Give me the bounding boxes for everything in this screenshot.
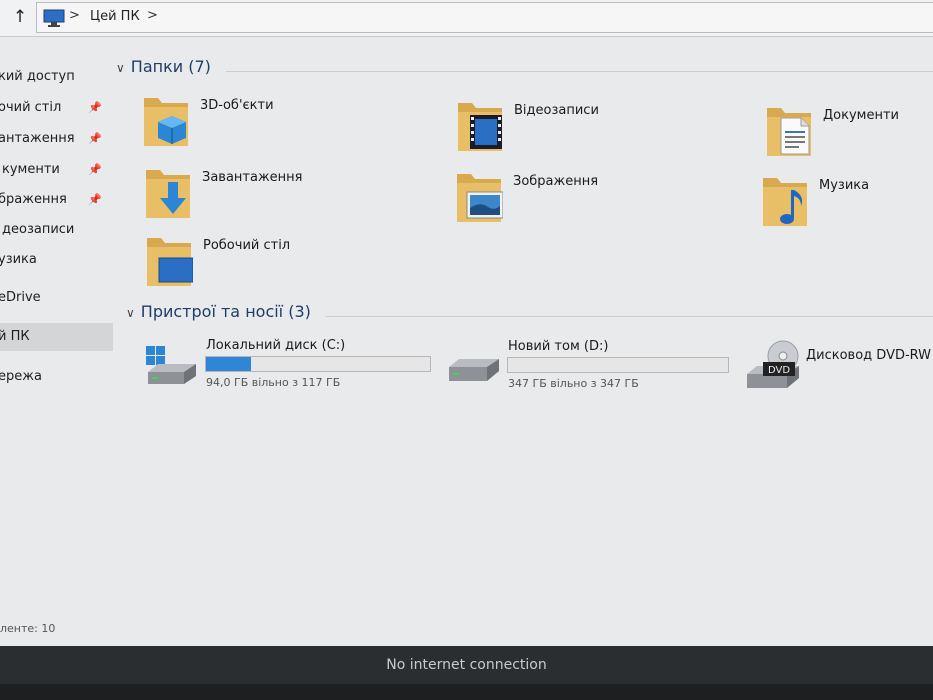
folder-name: Робочий стіл <box>203 238 291 253</box>
drive-usage-bar <box>507 357 729 373</box>
folder-documents[interactable]: Документи <box>765 104 933 164</box>
sidebar-item-downloads[interactable]: антаження 📌 <box>0 127 113 151</box>
sidebar-item-label: узика <box>0 252 37 267</box>
drive-c[interactable]: Локальний диск (C:) 94,0 ГБ вільно з 117… <box>144 336 444 396</box>
sidebar-item-videos[interactable]: деозаписи <box>0 218 113 242</box>
folder-3d-objects[interactable]: 3D-об'єкти <box>142 94 442 154</box>
hard-drive-icon <box>449 359 499 381</box>
sidebar-item-this-pc[interactable]: й ПК <box>0 323 113 351</box>
sidebar-item-music[interactable]: узика <box>0 248 113 272</box>
sidebar-item-network[interactable]: ережа <box>0 365 113 389</box>
drive-dvd[interactable]: DVD Дисковод DVD-RW ( <box>745 340 933 400</box>
music-folder-icon <box>763 178 807 226</box>
chevron-down-icon: ∨ <box>126 306 135 320</box>
folder-desktop[interactable]: Робочий стіл <box>145 234 445 294</box>
folder-name: Музика <box>819 178 870 193</box>
breadcrumb-this-pc[interactable]: Цей ПК <box>90 9 140 24</box>
sidebar-item-label: кументи <box>2 162 60 177</box>
up-arrow-icon[interactable]: ↑ <box>10 6 30 28</box>
sidebar-item-label: eDrive <box>0 290 41 305</box>
drive-d[interactable]: Новий том (D:) 347 ГБ вільно з 347 ГБ <box>447 337 747 397</box>
sidebar-item-pictures[interactable]: браження 📌 <box>0 188 113 212</box>
sidebar-item-label: деозаписи <box>2 222 75 237</box>
downloads-folder-icon <box>146 170 190 218</box>
folder-name: Завантаження <box>202 170 303 185</box>
3d-objects-folder-icon <box>144 98 188 146</box>
folder-name: Відеозаписи <box>514 103 599 118</box>
section-title: Пристрої та носії (3) <box>140 302 311 321</box>
sidebar-item-documents[interactable]: кументи 📌 <box>0 158 113 182</box>
dvd-label: DVD <box>768 365 790 376</box>
folder-name: Зображення <box>513 174 599 189</box>
section-divider <box>226 71 933 72</box>
pin-icon: 📌 <box>88 193 102 206</box>
no-internet-notification: No internet connection <box>0 646 933 684</box>
folder-name: Документи <box>823 108 899 123</box>
address-bar: ↑ > Цей ПК > <box>0 0 933 37</box>
folder-music[interactable]: Музика <box>761 174 933 234</box>
folder-videos[interactable]: Відеозаписи <box>456 99 756 159</box>
drive-usage-bar <box>205 356 431 372</box>
folder-name: 3D-об'єкти <box>200 98 274 113</box>
desktop-folder-icon <box>147 238 193 286</box>
sidebar-item-label: ережа <box>0 369 42 384</box>
sidebar-item-onedrive[interactable]: eDrive <box>0 286 113 310</box>
sidebar-item-label: браження <box>0 192 67 207</box>
sidebar-item-label: й ПК <box>0 329 30 344</box>
sidebar-item-quick-access[interactable]: кий доступ <box>0 65 113 89</box>
chevron-down-icon: ∨ <box>116 61 125 75</box>
pictures-folder-icon <box>457 174 503 222</box>
drive-free-space: 94,0 ГБ вільно з 117 ГБ <box>206 376 341 389</box>
folders-section-header[interactable]: ∨ Папки (7) <box>116 57 211 76</box>
folder-pictures[interactable]: Зображення <box>455 170 755 230</box>
status-items-count: ленте: 10 <box>0 622 56 635</box>
drive-name: Локальний диск (C:) <box>206 338 346 353</box>
navigation-pane: кий доступ очий стіл 📌 антаження 📌 кумен… <box>0 37 113 647</box>
documents-folder-icon <box>767 108 811 156</box>
sidebar-item-desktop[interactable]: очий стіл 📌 <box>0 96 113 120</box>
address-box[interactable]: > Цей ПК > <box>36 2 933 33</box>
drive-usage-fill <box>206 357 251 371</box>
dvd-drive-icon: DVD <box>747 340 799 388</box>
folder-downloads[interactable]: Завантаження <box>144 166 444 226</box>
breadcrumb-separator-icon: > <box>69 8 80 23</box>
windows-drive-icon <box>146 346 196 384</box>
this-pc-icon <box>43 9 65 27</box>
drive-name: Дисковод DVD-RW ( <box>806 348 933 363</box>
breadcrumb-separator-icon: > <box>147 8 158 23</box>
sidebar-item-label: антаження <box>0 131 75 146</box>
pin-icon: 📌 <box>88 101 102 114</box>
devices-section-header[interactable]: ∨ Пристрої та носії (3) <box>126 302 311 321</box>
pin-icon: 📌 <box>88 163 102 176</box>
section-divider <box>326 316 933 317</box>
drive-free-space: 347 ГБ вільно з 347 ГБ <box>508 377 639 390</box>
section-title: Папки (7) <box>130 57 211 76</box>
sidebar-item-label: кий доступ <box>0 69 75 84</box>
drive-name: Новий том (D:) <box>508 339 609 354</box>
videos-folder-icon <box>458 103 502 151</box>
taskbar <box>0 684 933 700</box>
sidebar-item-label: очий стіл <box>0 100 62 115</box>
pin-icon: 📌 <box>88 132 102 145</box>
